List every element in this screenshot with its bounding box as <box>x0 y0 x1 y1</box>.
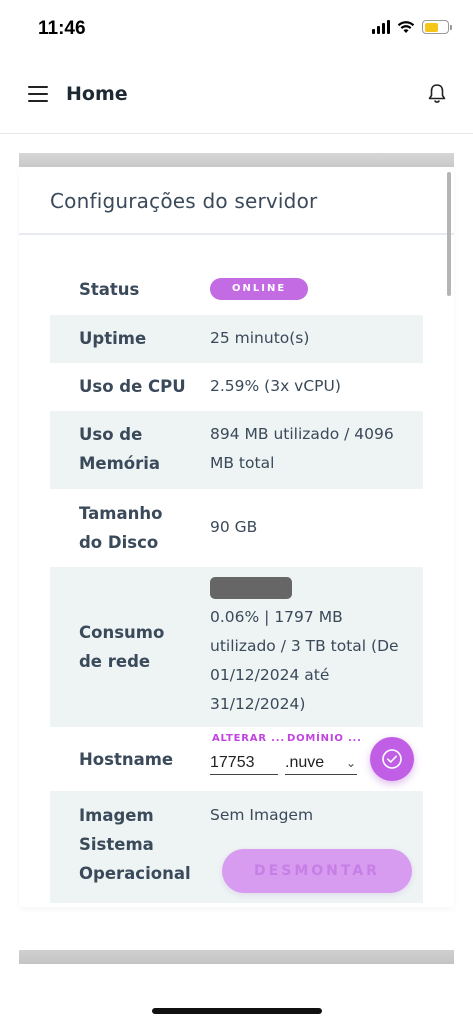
scrollbar-thumb[interactable] <box>447 172 451 296</box>
app-header: Home <box>0 60 473 134</box>
status-bar: 11:46 <box>0 0 473 60</box>
row-cpu: Uso de CPU 2.59% (3x vCPU) <box>50 363 423 411</box>
page-title: Home <box>66 83 128 105</box>
row-status: Status ONLINE <box>50 265 423 315</box>
hostname-field-label: ALTERAR ... <box>212 733 285 744</box>
network-label: Consumo de rede <box>79 618 164 676</box>
network-label-line1: Consumo <box>79 623 165 642</box>
cellular-signal-icon <box>372 20 390 34</box>
card-divider <box>19 233 454 235</box>
cpu-label: Uso de CPU <box>79 377 186 396</box>
row-disk: Tamanho do Disco 90 GB <box>50 489 423 567</box>
status-icons <box>372 20 452 34</box>
disk-label-line1: Tamanho <box>79 504 163 523</box>
image-label-line1: Imagem <box>79 806 154 825</box>
wifi-icon <box>397 21 415 33</box>
memory-label-line2: Memória <box>79 454 161 473</box>
hostname-input[interactable] <box>210 751 278 775</box>
row-hostname: Hostname ALTERAR ... DOMÍNIO ... ⌄ <box>50 727 423 791</box>
hamburger-menu-icon[interactable] <box>28 86 48 102</box>
uptime-label: Uptime <box>79 329 147 348</box>
memory-value-line2: MB total <box>210 454 275 472</box>
image-value: Sem Imagem <box>210 806 314 824</box>
uptime-value: 25 minuto(s) <box>210 329 310 347</box>
network-value: 0.06% | 1797 MB utilizado / 3 TB total (… <box>210 577 415 719</box>
status-badge: ONLINE <box>210 278 309 300</box>
disk-label-line2: do Disco <box>79 533 159 552</box>
card-top-shadow <box>19 153 454 167</box>
card-title: Configurações do servidor <box>50 189 318 213</box>
memory-value: 894 MB utilizado / 4096 MB total <box>210 420 420 478</box>
row-uptime: Uptime 25 minuto(s) <box>50 315 423 363</box>
row-network: Consumo de rede 0.06% | 1797 MB utilizad… <box>50 567 423 727</box>
server-settings-card: Configurações do servidor Status ONLINE … <box>19 167 454 907</box>
confirm-hostname-button[interactable] <box>370 737 414 781</box>
status-value: ONLINE <box>210 275 420 300</box>
image-label: Imagem Sistema Operacional <box>79 801 191 888</box>
status-time: 11:46 <box>38 18 86 39</box>
network-value-line2: utilizado / 3 TB total (De <box>210 637 399 655</box>
server-info-table: Status ONLINE Uptime 25 minuto(s) Uso de… <box>50 265 423 903</box>
notification-bell-icon[interactable] <box>427 83 447 105</box>
network-value-line1: 0.06% | 1797 MB <box>210 608 343 626</box>
hostname-label: Hostname <box>79 750 174 769</box>
network-label-line2: de rede <box>79 652 151 671</box>
check-circle-icon <box>382 749 402 769</box>
disk-value: 90 GB <box>210 518 258 536</box>
chevron-down-icon[interactable]: ⌄ <box>346 756 356 770</box>
network-value-line4: 31/12/2024) <box>210 695 306 713</box>
image-label-line3: Operacional <box>79 864 191 883</box>
status-label: Status <box>79 280 140 299</box>
disk-label: Tamanho do Disco <box>79 499 162 557</box>
row-memory: Uso de Memória 894 MB utilizado / 4096 M… <box>50 411 423 489</box>
memory-label: Uso de Memória <box>79 420 160 478</box>
cpu-value: 2.59% (3x vCPU) <box>210 377 341 395</box>
home-indicator[interactable] <box>152 1008 322 1014</box>
unmount-button[interactable]: DESMONTAR <box>222 849 412 893</box>
image-label-line2: Sistema <box>79 835 154 854</box>
network-value-line3: 01/12/2024 até <box>210 666 330 684</box>
memory-label-line1: Uso de <box>79 425 143 444</box>
domain-field-label: DOMÍNIO ... <box>287 733 362 744</box>
battery-icon <box>422 20 452 34</box>
card-bottom-shadow <box>19 950 454 964</box>
redacted-block <box>210 577 292 599</box>
row-image: Imagem Sistema Operacional Sem Imagem DE… <box>50 791 423 903</box>
memory-value-line1: 894 MB utilizado / 4096 <box>210 425 394 443</box>
